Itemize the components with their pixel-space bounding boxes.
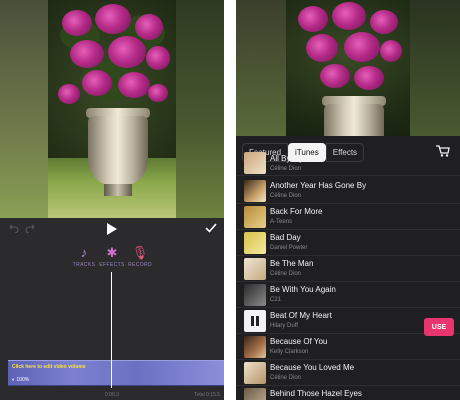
speaker-icon: 🔈︎	[12, 377, 16, 383]
song-title: Behind Those Hazel Eyes	[270, 389, 362, 398]
checkmark-icon[interactable]	[204, 221, 218, 235]
current-time: 0:00.3	[105, 392, 119, 398]
song-title: Be The Man	[270, 259, 314, 268]
song-title: Another Year Has Gone By	[270, 181, 367, 190]
album-art	[244, 336, 266, 358]
record-label: RECORD	[127, 262, 153, 268]
music-browser-screen: Featured iTunes Effects All By Myself Cé…	[236, 0, 460, 400]
video-preview[interactable]	[236, 0, 460, 136]
list-item[interactable]: Behind Those Hazel Eyes	[236, 386, 460, 400]
album-art	[244, 284, 266, 306]
list-item[interactable]: Be The Man Céline Dion	[236, 256, 460, 282]
list-item[interactable]: Bad Day Daniel Powter	[236, 230, 460, 256]
list-item[interactable]: Because You Loved Me Céline Dion	[236, 360, 460, 386]
list-item[interactable]: Because Of You Kelly Clarkson	[236, 334, 460, 360]
microphone-icon: 🎙︎	[131, 245, 149, 260]
song-artist: Céline Dion	[270, 166, 302, 172]
clip-volume-label: 100%	[16, 377, 30, 383]
song-artist: C21	[270, 297, 282, 303]
total-time: Total 0:15.5	[194, 392, 220, 398]
album-art	[244, 152, 266, 174]
song-artist: A-Teens	[270, 219, 293, 225]
list-item[interactable]: Be With You Again C21	[236, 282, 460, 308]
album-art	[244, 232, 266, 254]
list-item[interactable]: All By Myself Céline Dion	[236, 152, 460, 176]
song-title: Back For More	[270, 207, 323, 216]
song-title: Because Of You	[270, 337, 328, 346]
playback-controls	[0, 218, 224, 240]
song-artist: Céline Dion	[270, 271, 302, 277]
video-preview[interactable]	[0, 0, 224, 218]
list-item[interactable]: Back For More A-Teens	[236, 204, 460, 230]
album-art	[244, 388, 266, 400]
song-title: Because You Loved Me	[270, 363, 355, 372]
pause-button[interactable]	[244, 310, 266, 332]
song-title: Bad Day	[270, 233, 301, 242]
pause-icon	[251, 316, 259, 326]
song-artist: Daniel Powter	[270, 245, 308, 251]
song-artist: Hilary Duff	[270, 323, 298, 329]
album-art	[244, 258, 266, 280]
playhead[interactable]	[111, 272, 112, 388]
song-title: Be With You Again	[270, 285, 336, 294]
album-art	[244, 180, 266, 202]
clip-volume-value: 🔈︎ 100%	[12, 377, 29, 383]
song-artist: Céline Dion	[270, 193, 302, 199]
record-tool[interactable]: 🎙︎ RECORD	[118, 245, 162, 269]
song-title: Beat Of My Heart	[270, 311, 332, 320]
cart-icon[interactable]	[436, 144, 450, 157]
video-clip-track[interactable]: Click here to edit video volume 🔈︎ 100%	[8, 360, 224, 386]
album-art	[244, 206, 266, 228]
album-art	[244, 362, 266, 384]
song-artist: Kelly Clarkson	[270, 349, 309, 355]
list-item[interactable]: Another Year Has Gone By Céline Dion	[236, 178, 460, 204]
undo-icon[interactable]	[8, 222, 20, 234]
use-button[interactable]: USE	[424, 318, 454, 336]
song-title: All By Myself	[270, 154, 316, 163]
video-editor-screen: ♪ TRACKS ✱ EFFECTS 🎙︎ RECORD Click here …	[0, 0, 224, 400]
song-artist: Céline Dion	[270, 375, 302, 381]
redo-icon[interactable]	[24, 222, 36, 234]
clip-volume-hint[interactable]: Click here to edit video volume	[12, 364, 86, 370]
play-button[interactable]	[104, 221, 120, 237]
